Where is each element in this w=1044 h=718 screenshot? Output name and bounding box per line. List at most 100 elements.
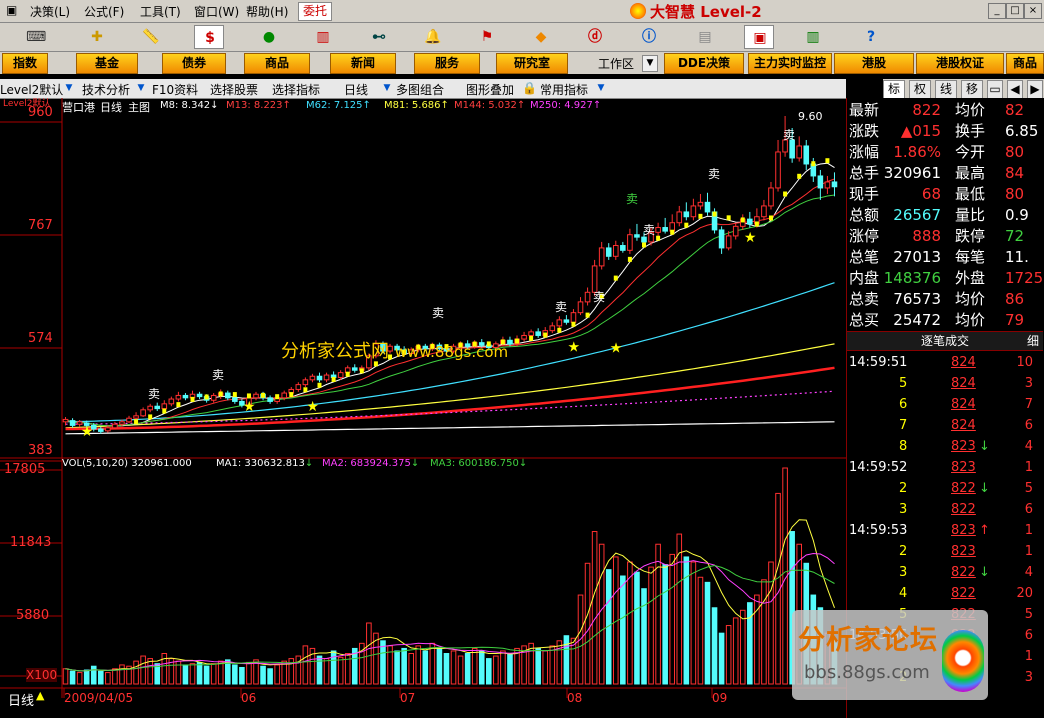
date-tick-1: 2009/04/05: [64, 691, 134, 705]
tool-help-icon[interactable]: ?: [856, 25, 886, 49]
nav-hk[interactable]: 港股: [834, 53, 914, 74]
nav-research[interactable]: 研究室: [496, 53, 568, 74]
func-common-indicator[interactable]: 常用指标: [540, 81, 588, 98]
volume-bar: [450, 650, 457, 685]
maximize-button[interactable]: □: [1006, 3, 1024, 19]
volume-bar: [500, 650, 506, 685]
func-overlay[interactable]: 图形叠加: [466, 81, 514, 98]
quote-value: 27013: [893, 248, 941, 266]
nav-dde[interactable]: DDE决策: [664, 53, 744, 74]
tab-mark[interactable]: 标: [883, 80, 905, 99]
tab-restore-icon[interactable]: ▭: [987, 80, 1003, 99]
entrust-button[interactable]: 委托: [298, 2, 332, 21]
nav-hk-warrant[interactable]: 港股权证: [916, 53, 1004, 74]
candle-body: [725, 235, 732, 249]
date-tick-2: 06: [241, 691, 257, 705]
trend-signal-mark: [134, 419, 139, 425]
tool-traffic-icon[interactable]: ●: [254, 25, 284, 49]
sell-marker: 卖: [626, 192, 639, 206]
tab-move[interactable]: 移: [961, 80, 983, 99]
func-f10[interactable]: F10资料: [152, 81, 198, 98]
trend-signal-mark: [585, 312, 590, 318]
daily-dropdown-icon[interactable]: ▼: [382, 81, 392, 95]
tool-gray-icon[interactable]: ▤: [690, 25, 720, 49]
tool-dollar-icon[interactable]: $: [194, 25, 224, 49]
indicator-dropdown-icon[interactable]: ▼: [596, 81, 606, 95]
tech-dropdown-icon[interactable]: ▼: [136, 81, 146, 95]
nav-index[interactable]: 指数: [2, 53, 48, 74]
trend-signal-mark: [204, 394, 209, 400]
trend-signal-mark: [317, 382, 322, 388]
kline-chart[interactable]: ★ ★ ★ ★ ★ ★: [0, 98, 846, 718]
tool-bars-icon[interactable]: ▥: [308, 25, 338, 49]
nav-fund[interactable]: 基金: [76, 53, 138, 74]
candle-body: [351, 367, 358, 371]
tool-i-icon[interactable]: ⓘ: [634, 25, 664, 49]
quote-row: 现手 68 最低 80: [849, 184, 1044, 205]
volume-bar: [655, 543, 661, 685]
trade-vol: 7: [899, 418, 908, 433]
tool-bell-icon[interactable]: 🔔: [418, 25, 448, 49]
menu-help[interactable]: 帮助(H): [246, 3, 288, 20]
nav-bar: 指数 基金 债券 商品 新闻 服务 研究室 工作区 ▼ DDE决策 主力实时监控…: [0, 52, 1044, 74]
tab-next-icon[interactable]: ▶: [1027, 80, 1043, 99]
sell-marker: 卖: [148, 387, 161, 401]
func-select-indicator[interactable]: 选择指标: [272, 81, 320, 98]
app-icon[interactable]: ▣: [6, 3, 17, 17]
volume-bar: [239, 666, 245, 685]
tab-line[interactable]: 线: [935, 80, 957, 99]
menu-tools[interactable]: 工具(T): [140, 3, 181, 20]
nav-news[interactable]: 新闻: [330, 53, 396, 74]
nav-service[interactable]: 服务: [414, 53, 480, 74]
tab-prev-icon[interactable]: ◀: [1007, 80, 1023, 99]
trade-row: 14:59:53 823 ↑ 1: [847, 520, 1043, 541]
nav-main-force[interactable]: 主力实时监控: [748, 53, 832, 74]
tool-crosshair-icon[interactable]: ✚: [82, 25, 112, 49]
tool-keyboard-icon[interactable]: ⌨: [20, 25, 50, 49]
trend-signal-mark: [557, 327, 562, 333]
func-multi-chart[interactable]: 多图组合: [396, 81, 444, 98]
func-select-stock[interactable]: 选择股票: [210, 81, 258, 98]
lock-icon[interactable]: 🔒: [522, 81, 537, 95]
tab-rights[interactable]: 权: [909, 80, 931, 99]
chart-area[interactable]: ★ ★ ★ ★ ★ ★ 960 767 574 383 Level2默认 17805 11…: [0, 98, 846, 718]
func-daily[interactable]: 日线: [344, 81, 368, 98]
candle-body: [147, 405, 153, 411]
candle-body: [309, 375, 316, 381]
tool-books-icon[interactable]: ▥: [798, 25, 828, 49]
sell-marker: 卖: [212, 368, 225, 382]
minimize-button[interactable]: _: [988, 3, 1006, 19]
nav-commodity-right[interactable]: 商品: [1006, 53, 1044, 74]
menu-window[interactable]: 窗口(W): [194, 3, 239, 20]
menu-decision[interactable]: 决策(L): [30, 3, 70, 20]
trend-signal-mark: [698, 213, 703, 219]
trade-price: 824: [951, 355, 976, 370]
func-tech-analysis[interactable]: 技术分析: [82, 81, 130, 98]
period-up-icon[interactable]: ▲: [36, 689, 44, 702]
tool-diamond-icon[interactable]: ◆: [526, 25, 556, 49]
candle-body: [323, 374, 330, 381]
period-label[interactable]: 日线: [8, 690, 34, 709]
tool-ruler-icon[interactable]: 📏: [136, 25, 166, 49]
close-button[interactable]: ×: [1024, 3, 1042, 19]
volume-bar: [246, 661, 252, 685]
level2-dropdown-icon[interactable]: ▼: [64, 81, 74, 95]
trade-price: 822: [951, 565, 976, 580]
workspace-dropdown-icon[interactable]: ▼: [642, 55, 658, 72]
menu-formula[interactable]: 公式(F): [84, 3, 124, 20]
ma-label-m81: M81: 5.686↑: [384, 100, 449, 111]
tool-window-icon[interactable]: ▣: [744, 25, 774, 49]
tool-binoculars-icon[interactable]: ⊷: [364, 25, 394, 49]
candle-body: [732, 225, 739, 237]
volume-bar: [598, 543, 605, 685]
trade-qty: 1: [1024, 460, 1033, 475]
vol-axis-top: 17805: [4, 462, 46, 477]
candle-body: [612, 245, 619, 257]
nav-commodity[interactable]: 商品: [244, 53, 310, 74]
tool-flag-icon[interactable]: ⚑: [472, 25, 502, 49]
trend-signal-mark: [515, 338, 520, 344]
nav-bond[interactable]: 债券: [162, 53, 226, 74]
candle-body: [761, 205, 767, 218]
trade-vol: 2: [899, 544, 908, 559]
tool-d-icon[interactable]: ⓓ: [580, 25, 610, 49]
